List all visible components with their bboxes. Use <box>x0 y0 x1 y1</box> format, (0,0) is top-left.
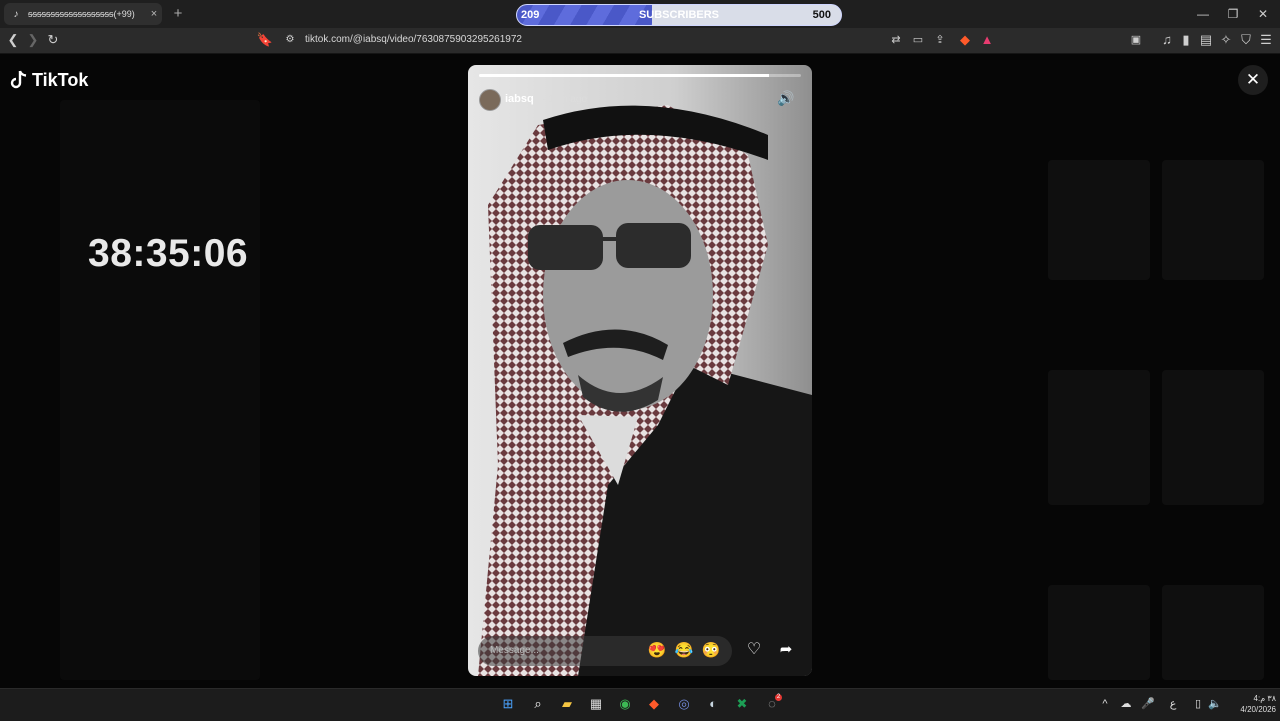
search-icon[interactable]: ⌕ <box>527 693 549 715</box>
dimmed-thumbnail <box>1048 585 1150 680</box>
avatar[interactable] <box>479 89 501 111</box>
notification-badge: 2 <box>775 694 782 701</box>
chrome-icon[interactable]: ◉ <box>614 693 636 715</box>
taskbar-clock[interactable]: 4:٣٨ م 4/20/2026 <box>1226 693 1276 715</box>
tiktok-logo[interactable]: TikTok <box>10 68 88 92</box>
battery-icon[interactable]: ▯ <box>1190 696 1206 712</box>
reaction-laugh-icon[interactable]: 😂 <box>674 641 694 661</box>
vpn-shield-icon[interactable]: ⛉ <box>1236 31 1256 49</box>
tab-close-icon[interactable]: × <box>146 8 162 20</box>
sidebar-icon[interactable]: ▮ <box>1176 31 1196 49</box>
window-close-button[interactable]: ✕ <box>1248 4 1278 24</box>
site-info-icon[interactable]: ⚙ <box>280 31 300 49</box>
tiktok-note-icon <box>10 70 27 89</box>
store-icon[interactable]: ▦ <box>585 693 607 715</box>
reload-icon[interactable]: ↻ <box>43 31 63 49</box>
windows-start-icon[interactable]: ⊞ <box>497 693 519 715</box>
brave-shields-icon[interactable]: ◆ <box>955 31 975 49</box>
story-photo <box>468 65 812 676</box>
dimmed-thumbnail <box>1048 160 1150 280</box>
excel-icon[interactable]: ✖ <box>731 693 753 715</box>
url-field[interactable]: tiktok.com/@iabsq/video/7630875903295261… <box>305 33 522 47</box>
cast-icon[interactable]: ▭ <box>908 31 928 49</box>
browser-tab-active[interactable]: ♪ ᵴᵴᵴᵴᵴᵴᵴᵴᵴᵴᵴᵴᵴᵴᵴᵴᵴᵴᵴ(+99) × <box>4 3 162 25</box>
story-card[interactable] <box>468 65 812 676</box>
language-icon[interactable]: ع <box>1165 696 1181 712</box>
address-bar-row <box>0 28 1280 54</box>
wallet-icon[interactable]: ▤ <box>1196 31 1216 49</box>
story-time-ago: · 12m ago <box>542 94 588 105</box>
share-arrow-icon[interactable]: ➦ <box>776 640 796 660</box>
tiktok-logo-text: TikTok <box>32 69 89 90</box>
countdown-timer: 38:35:06 <box>88 232 249 275</box>
microphone-icon[interactable]: 🎤 <box>1140 696 1156 712</box>
bookmark-icon[interactable]: 🔖 <box>255 31 275 49</box>
tray-overflow-icon[interactable]: ^ <box>1097 696 1113 712</box>
forward-icon[interactable]: ❯ <box>23 31 43 49</box>
tiktok-favicon-icon: ♪ <box>13 8 19 20</box>
taskbar-time: 4:٣٨ م <box>1253 694 1276 703</box>
taskbar-date: 4/20/2026 <box>1240 705 1276 714</box>
brave-icon[interactable]: ◆ <box>643 693 665 715</box>
like-heart-icon[interactable]: ♡ <box>744 640 764 660</box>
restore-button[interactable]: ❐ <box>1218 4 1248 24</box>
story-progress-fill <box>479 74 769 77</box>
back-icon[interactable]: ❮ <box>3 31 23 49</box>
subscriber-goal-bar: 209 SUBSCRIBERS 500 <box>516 4 842 26</box>
share-page-icon[interactable]: ⇪ <box>930 31 950 49</box>
reaction-heart-eyes-icon[interactable]: 😍 <box>647 641 667 661</box>
menu-icon[interactable]: ☰ <box>1256 31 1276 49</box>
volume-icon[interactable]: 🔊 <box>776 90 796 108</box>
dimmed-thumbnail <box>1162 160 1264 280</box>
screenshot-icon[interactable]: ▣ <box>1126 31 1146 49</box>
dimmed-following-list <box>60 100 260 680</box>
translate-icon[interactable]: ⇄ <box>886 31 906 49</box>
story-username[interactable]: iabsq <box>505 93 534 105</box>
speaker-icon[interactable]: 🔈 <box>1207 696 1223 712</box>
subscriber-goal: 500 <box>812 9 831 21</box>
new-tab-button[interactable]: + <box>168 4 188 24</box>
media-icon[interactable]: ♫ <box>1157 31 1177 49</box>
minimize-button[interactable]: — <box>1188 4 1218 24</box>
discord-icon[interactable]: ◎ <box>673 693 695 715</box>
leo-ai-icon[interactable]: ✧ <box>1216 31 1236 49</box>
brave-rewards-icon[interactable]: ▲ <box>977 31 997 49</box>
story-close-button[interactable]: ✕ <box>1238 65 1268 95</box>
story-progress-bar <box>479 74 801 77</box>
reaction-flushed-icon[interactable]: 😳 <box>701 641 721 661</box>
dimmed-thumbnail <box>1162 585 1264 680</box>
steam-icon[interactable]: ◐ <box>702 693 724 715</box>
message-placeholder: Message... <box>490 645 539 656</box>
subscriber-label: SUBSCRIBERS <box>638 9 720 21</box>
dimmed-thumbnail <box>1162 370 1264 505</box>
onedrive-icon[interactable]: ☁ <box>1118 696 1134 712</box>
windows-taskbar <box>0 688 1280 721</box>
dimmed-thumbnail <box>1048 370 1150 505</box>
file-explorer-icon[interactable]: ▰ <box>556 693 578 715</box>
tab-title: ᵴᵴᵴᵴᵴᵴᵴᵴᵴᵴᵴᵴᵴᵴᵴᵴᵴᵴᵴ(+99) <box>28 9 135 19</box>
